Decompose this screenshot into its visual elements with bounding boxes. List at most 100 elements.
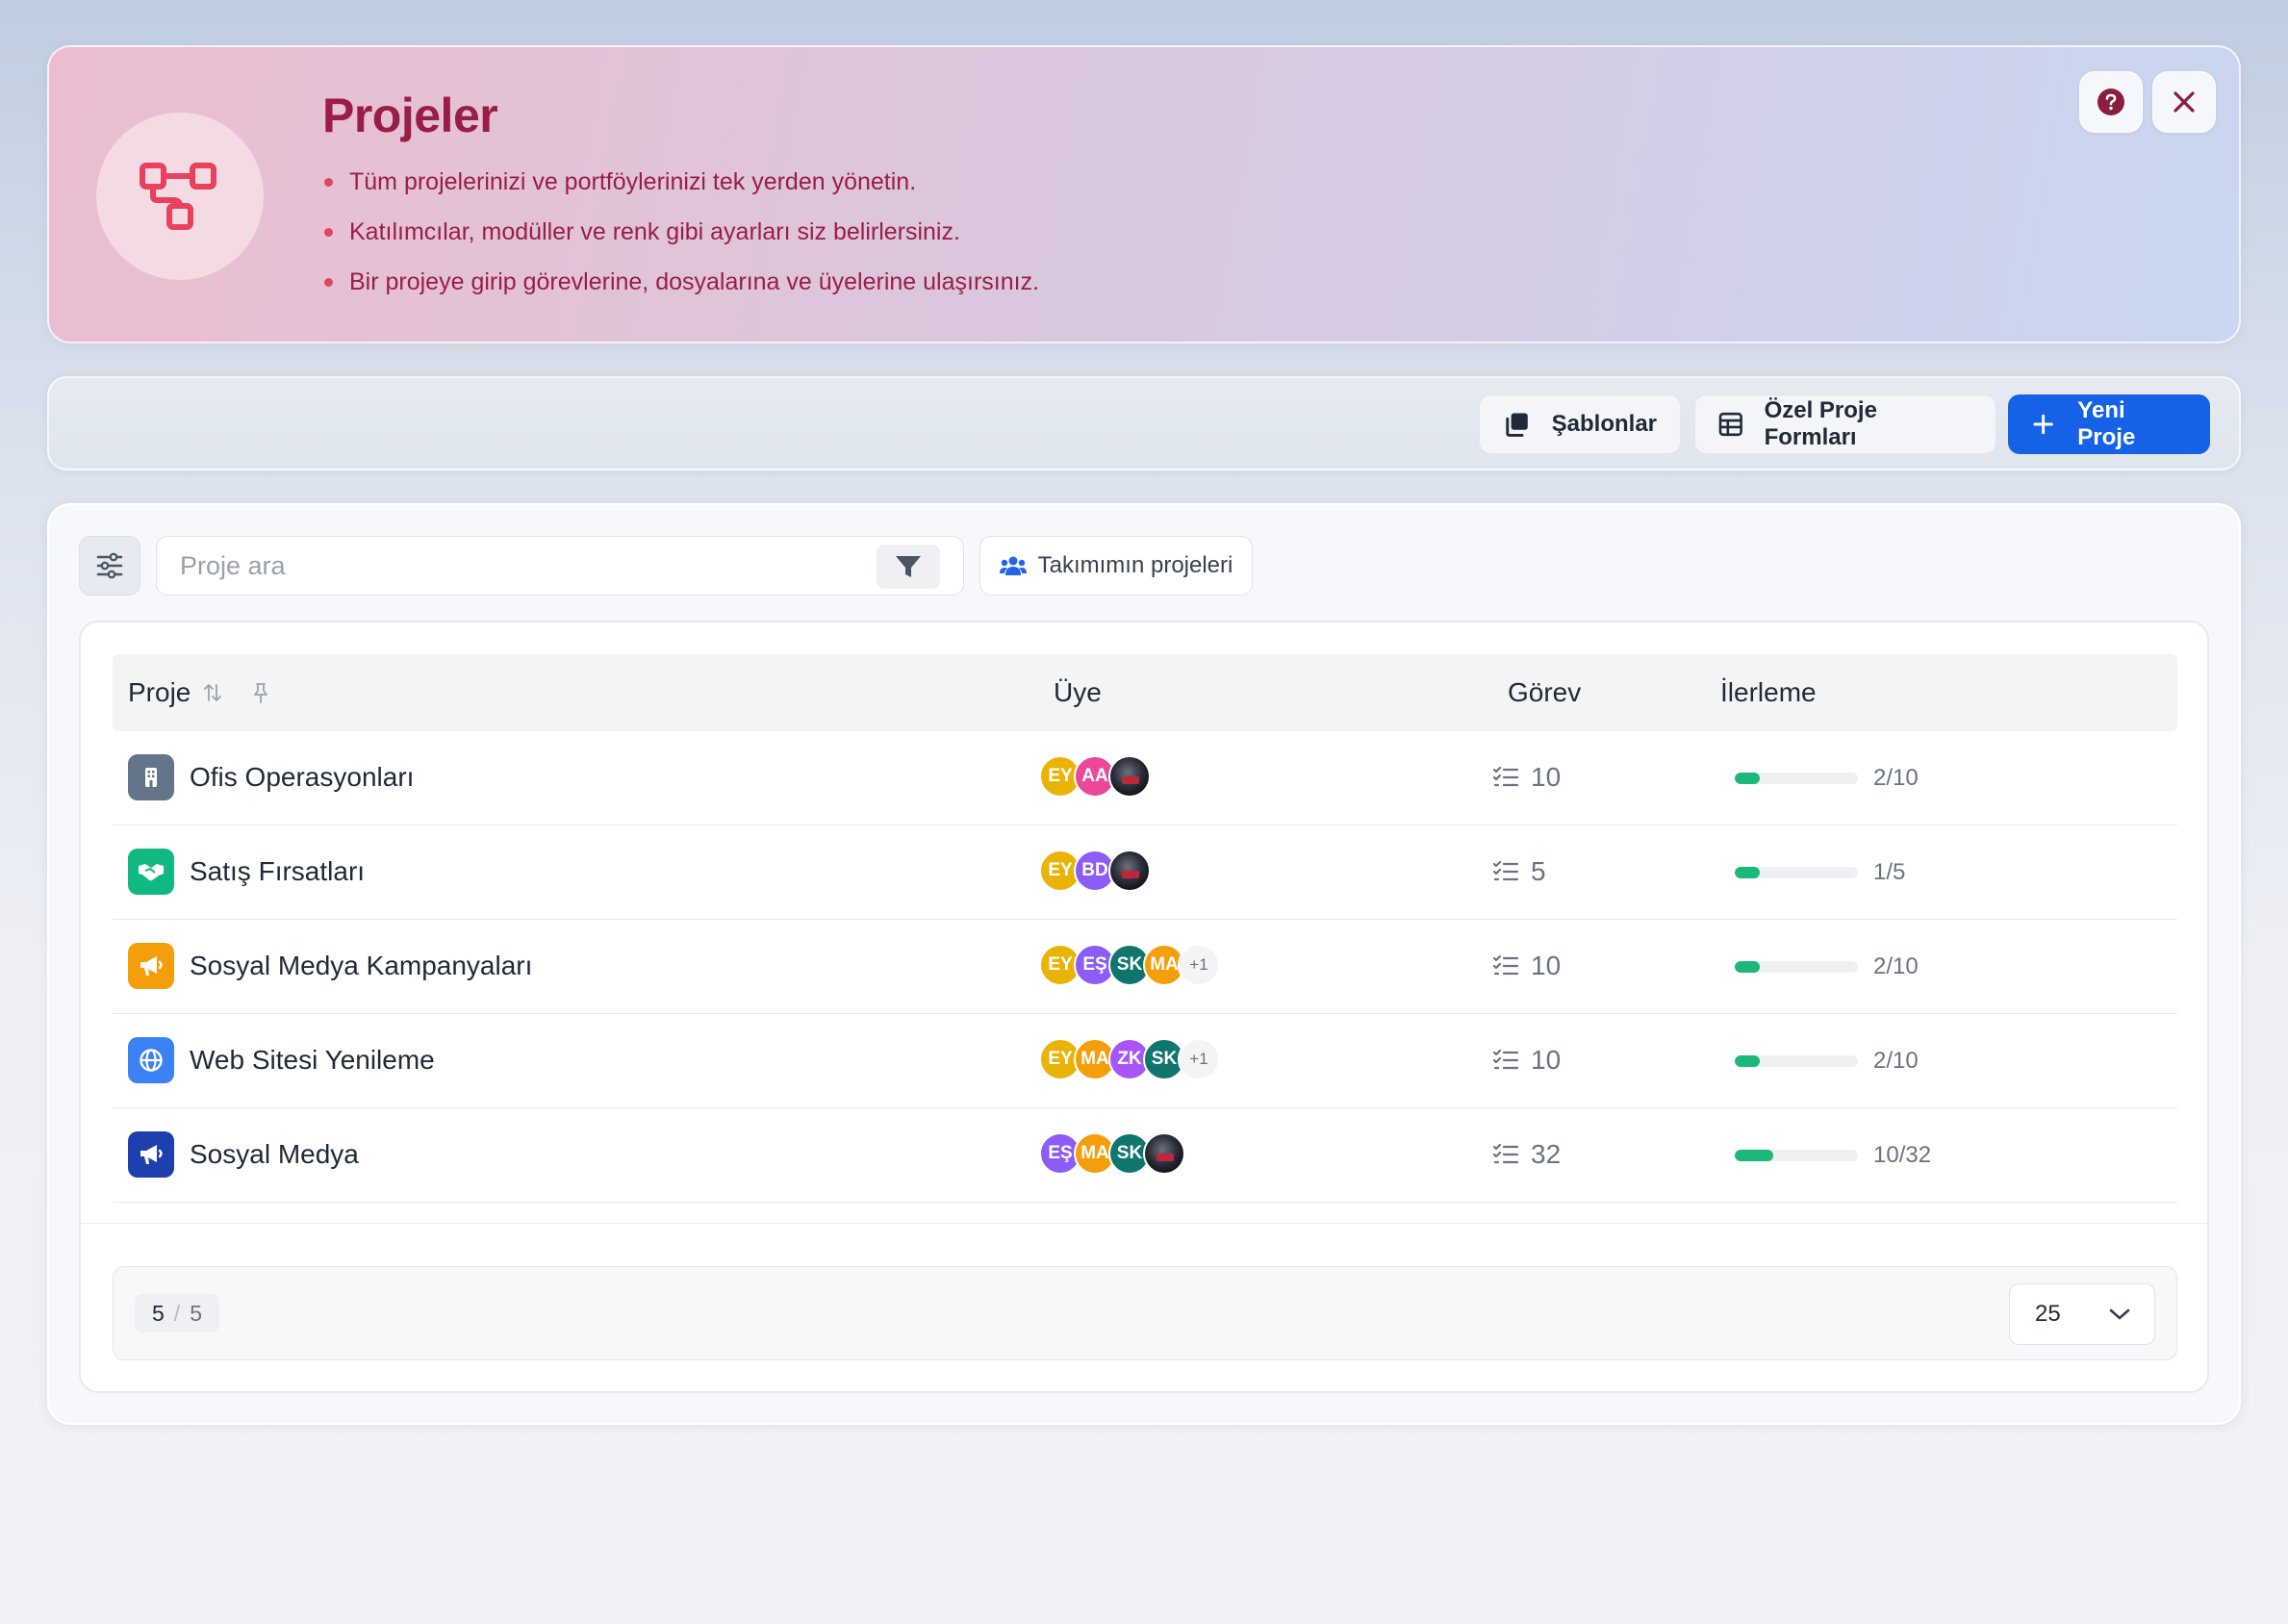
- question-circle-icon: [2097, 89, 2124, 115]
- project-name[interactable]: Sosyal Medya: [190, 1139, 359, 1170]
- progress-bar: [1735, 1150, 1858, 1161]
- task-count: 32: [1531, 1139, 1562, 1169]
- more-members-badge[interactable]: +1: [1178, 1038, 1220, 1080]
- table-row[interactable]: Satış Fırsatları EY BD 5 1/5: [113, 825, 2177, 920]
- new-project-button[interactable]: Yeni Proje: [2008, 394, 2210, 454]
- task-count: 10: [1531, 1045, 1562, 1075]
- progress-text: 10/32: [1873, 1142, 1932, 1168]
- megaphone-icon: [128, 1131, 174, 1178]
- task-count: 10: [1531, 762, 1562, 792]
- globe-icon: [128, 1037, 174, 1083]
- avatar: [1108, 755, 1151, 798]
- task-count: 5: [1531, 856, 1546, 886]
- task-list-icon: [1492, 1143, 1519, 1164]
- progress-cell: 2/10: [1735, 764, 1919, 793]
- copy-icon: [1506, 413, 1528, 437]
- custom-forms-label: Özel Proje Formları: [1764, 397, 1877, 450]
- actions-toolbar: Şablonlar Özel Proje Formları Yeni Proje: [47, 376, 2241, 470]
- member-avatars[interactable]: EY AA: [1039, 753, 1151, 799]
- close-icon: [2174, 91, 2195, 113]
- feature-item: Bir projeye girip görevlerine, dosyaları…: [322, 267, 1039, 317]
- table-row[interactable]: Sosyal Medya EŞ MA SK 32 10/32: [113, 1108, 2177, 1203]
- progress-bar-fill: [1735, 1150, 1773, 1161]
- project-name[interactable]: Ofis Operasyonları: [190, 762, 414, 793]
- templates-label: Şablonlar: [1551, 411, 1657, 437]
- help-button[interactable]: [2079, 71, 2143, 133]
- project-name[interactable]: Sosyal Medya Kampanyaları: [190, 951, 532, 981]
- member-avatars[interactable]: EŞ MA SK: [1039, 1130, 1185, 1177]
- team-projects-label: Takımımın projeleri: [1037, 552, 1233, 578]
- project-cell: Ofis Operasyonları: [128, 754, 414, 800]
- filter-settings-button[interactable]: [79, 536, 140, 596]
- feature-item: Tüm projelerinizi ve portföylerinizi tek…: [322, 167, 1039, 217]
- sliders-icon: [96, 552, 123, 579]
- feature-list: Tüm projelerinizi ve portföylerinizi tek…: [322, 167, 1039, 317]
- progress-bar-fill: [1735, 773, 1760, 784]
- table-row[interactable]: Ofis Operasyonları EY AA 10 2/10: [113, 731, 2177, 825]
- project-name[interactable]: Satış Fırsatları: [190, 856, 365, 887]
- project-name[interactable]: Web Sitesi Yenileme: [190, 1045, 435, 1076]
- divider: [81, 1223, 2207, 1224]
- project-cell: Web Sitesi Yenileme: [128, 1037, 435, 1083]
- record-count: 5 / 5: [135, 1294, 219, 1332]
- more-members-badge[interactable]: +1: [1178, 944, 1220, 986]
- close-button[interactable]: [2152, 71, 2216, 133]
- handshake-icon: [128, 849, 174, 895]
- feature-item: Katılımcılar, modüller ve renk gibi ayar…: [322, 217, 1039, 267]
- search-input[interactable]: [180, 537, 853, 595]
- task-count-cell: 32: [1492, 1131, 1561, 1178]
- task-count-cell: 5: [1492, 849, 1546, 895]
- templates-button[interactable]: Şablonlar: [1479, 394, 1681, 454]
- column-header-project[interactable]: Proje: [128, 654, 271, 731]
- count-separator: /: [173, 1300, 181, 1326]
- total-count: 5: [190, 1300, 202, 1326]
- progress-bar: [1735, 1055, 1858, 1067]
- progress-cell: 10/32: [1735, 1141, 1931, 1170]
- progress-bar: [1735, 867, 1858, 878]
- page-header-banner: Projeler Tüm projelerinizi ve portföyler…: [47, 45, 2241, 343]
- projects-table: Proje Üye Görev İlerleme Ofis Operasyonl…: [79, 621, 2209, 1393]
- progress-cell: 2/10: [1735, 1047, 1919, 1076]
- member-avatars[interactable]: EY BD: [1039, 848, 1151, 894]
- task-list-icon: [1492, 954, 1519, 976]
- page-size-value: 25: [2035, 1301, 2061, 1327]
- pin-icon[interactable]: [250, 681, 271, 704]
- page-size-select[interactable]: 25: [2009, 1283, 2155, 1345]
- funnel-icon: [896, 556, 921, 577]
- filter-button[interactable]: [877, 545, 940, 589]
- column-header-task: Görev: [1508, 677, 1582, 707]
- column-header-member: Üye: [1054, 677, 1102, 707]
- table-row[interactable]: Sosyal Medya Kampanyaları EY EŞ SK MA +1 10 2/1…: [113, 920, 2177, 1014]
- table-icon: [1718, 412, 1742, 437]
- project-diagram-icon: [96, 113, 264, 280]
- member-avatars[interactable]: EY MA ZK SK +1: [1039, 1036, 1220, 1082]
- table-row[interactable]: Web Sitesi Yenileme EY MA ZK SK +1 10 2/10: [113, 1014, 2177, 1108]
- avatar: [1108, 850, 1151, 892]
- progress-bar-fill: [1735, 867, 1760, 878]
- chevron-down-icon: [2109, 1308, 2130, 1320]
- column-header-progress: İlerleme: [1720, 677, 1817, 707]
- megaphone-icon: [128, 943, 174, 989]
- sort-icon[interactable]: [202, 682, 223, 703]
- task-count-cell: 10: [1492, 943, 1561, 989]
- progress-text: 2/10: [1873, 1048, 1919, 1074]
- progress-text: 1/5: [1873, 859, 1906, 885]
- project-cell: Sosyal Medya: [128, 1131, 359, 1178]
- task-count: 10: [1531, 951, 1562, 980]
- avatar: [1143, 1132, 1185, 1175]
- new-project-label: Yeni Proje: [2077, 397, 2136, 450]
- plus-icon: [2033, 414, 2053, 435]
- table-header: Proje Üye Görev İlerleme: [113, 654, 2177, 731]
- pagination-bar: 5 / 5 25: [113, 1266, 2177, 1360]
- task-count-cell: 10: [1492, 1037, 1561, 1083]
- member-avatars[interactable]: EY EŞ SK MA +1: [1039, 942, 1220, 988]
- project-cell: Sosyal Medya Kampanyaları: [128, 943, 532, 989]
- progress-bar-fill: [1735, 961, 1760, 973]
- team-projects-button[interactable]: Takımımın projeleri: [979, 536, 1253, 596]
- custom-project-forms-button[interactable]: Özel Proje Formları: [1694, 394, 1996, 454]
- progress-bar: [1735, 773, 1858, 784]
- building-icon: [128, 754, 174, 800]
- progress-text: 2/10: [1873, 953, 1919, 979]
- project-cell: Satış Fırsatları: [128, 849, 365, 895]
- task-list-icon: [1492, 860, 1519, 881]
